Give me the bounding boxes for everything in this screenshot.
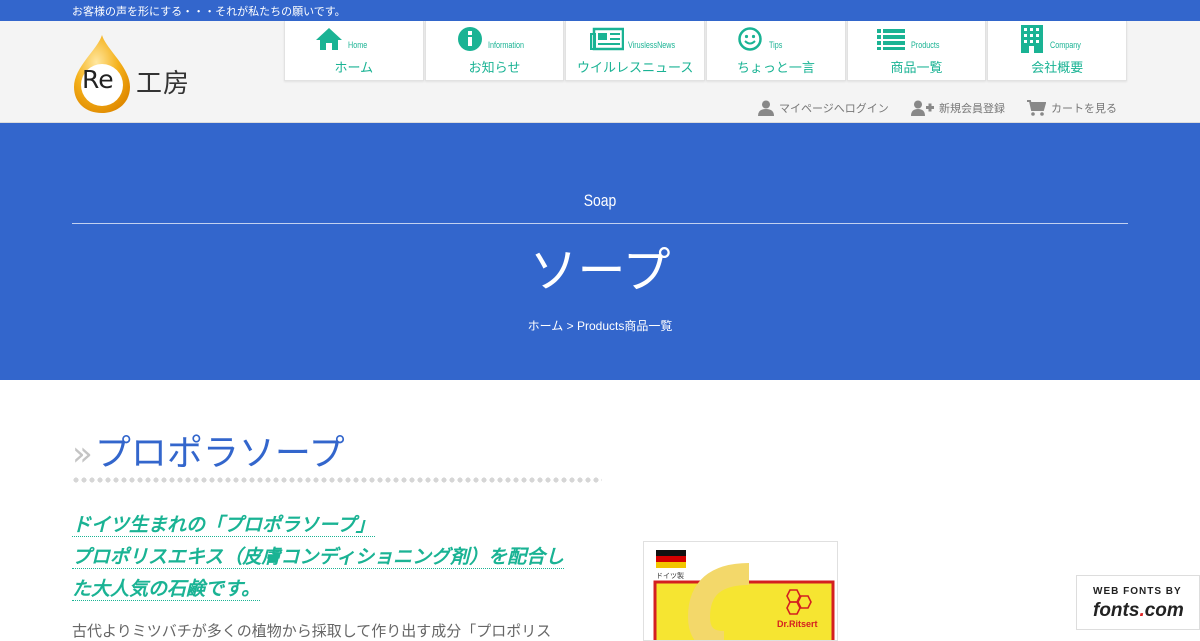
building-icon <box>1021 25 1044 53</box>
page-hero: Soap ソープ ホーム > Products商品一覧 <box>0 123 1200 380</box>
lead-line-3: た大人気の石鹸です。 <box>72 578 261 601</box>
tagline: お客様の声を形にする・・・それが私たちの願いです。 <box>72 5 346 18</box>
badge-com: com <box>1144 600 1184 621</box>
raquo-icon: » <box>72 434 93 474</box>
badge-line-1: WEB FONTS BY <box>1093 586 1182 597</box>
user-icon <box>758 100 774 116</box>
nav-tips-en: Tips <box>769 40 783 50</box>
register-label: 新規会員登録 <box>939 102 1005 115</box>
nav-products[interactable]: Products 商品一覧 <box>846 21 987 81</box>
product-description: 古代よりミツバチが多くの植物から採取して作り出す成分「プロポリス <box>72 622 552 640</box>
product-image: ドイツ製 Dr.Ritsert <box>643 541 838 641</box>
lead-line-1: ドイツ生まれの「プロポラソープ」 <box>72 514 375 537</box>
nav-company[interactable]: Company 会社概要 <box>987 21 1128 81</box>
nav-tips[interactable]: Tips ちょっと一言 <box>706 21 846 81</box>
main-nav: Home ホーム Information お知らせ ViruslessNews … <box>284 21 1128 81</box>
breadcrumb[interactable]: ホーム > Products商品一覧 <box>0 317 1200 334</box>
badge-line-2: fonts.com <box>1093 600 1184 622</box>
logo-text: 工房 <box>136 69 191 99</box>
nav-home[interactable]: Home ホーム <box>284 21 424 81</box>
cart-link[interactable]: カートを見る <box>1027 99 1117 117</box>
login-label: マイページへログイン <box>779 102 889 115</box>
page-title: ソープ <box>529 243 671 299</box>
nav-viruslessnews-label: ウイルレスニュース <box>577 61 694 76</box>
made-in-label: ドイツ製 <box>656 571 684 580</box>
nav-viruslessnews[interactable]: ViruslessNews ウイルレスニュース <box>565 21 706 81</box>
list-icon <box>876 29 905 50</box>
nav-products-label: 商品一覧 <box>890 61 943 76</box>
nav-information-label: お知らせ <box>468 61 521 76</box>
cart-label: カートを見る <box>1051 102 1117 115</box>
product-title-text: プロポラソープ <box>94 433 345 474</box>
nav-company-en: Company <box>1050 40 1082 50</box>
nav-viruslessnews-en: ViruslessNews <box>628 40 676 50</box>
nav-home-label: ホーム <box>334 61 374 76</box>
nav-company-label: 会社概要 <box>1031 61 1084 76</box>
top-bar: お客様の声を形にする・・・それが私たちの願いです。 <box>0 0 1200 21</box>
nav-products-en: Products <box>910 40 940 50</box>
register-link[interactable]: 新規会員登録 <box>911 99 1005 117</box>
nav-tips-label: ちょっと一言 <box>736 61 815 76</box>
header: Re 工房 Home ホーム Information お知らせ Virusles… <box>0 21 1200 123</box>
dotted-divider <box>72 477 602 483</box>
cart-icon <box>1027 100 1046 116</box>
login-link[interactable]: マイページへログイン <box>758 99 889 117</box>
logo[interactable]: Re 工房 <box>72 33 202 115</box>
smile-icon <box>738 27 762 51</box>
product-title: »プロポラソープ <box>72 424 345 476</box>
add-user-icon <box>911 100 934 116</box>
home-icon <box>316 28 342 50</box>
hero-subtitle: Soap <box>583 191 617 210</box>
nav-information[interactable]: Information お知らせ <box>424 21 565 81</box>
info-icon <box>457 27 482 51</box>
lead-line-2: プロポリスエキス（皮膚コンディショニング剤）を配合し <box>72 546 565 569</box>
hero-divider <box>72 223 1128 224</box>
badge-fonts: fonts <box>1093 600 1140 621</box>
webfonts-badge[interactable]: WEB FONTS BY fonts.com <box>1076 575 1200 630</box>
product-lead: ドイツ生まれの「プロポラソープ」 プロポリスエキス（皮膚コンディショニング剤）を… <box>72 509 602 605</box>
soap-package-image: ドイツ製 Dr.Ritsert <box>644 542 837 640</box>
newspaper-icon <box>590 27 625 51</box>
logo-re: Re <box>82 65 114 94</box>
nav-home-en: Home <box>348 40 368 50</box>
brand-label: Dr.Ritsert <box>777 619 818 629</box>
nav-information-en: Information <box>487 40 524 50</box>
